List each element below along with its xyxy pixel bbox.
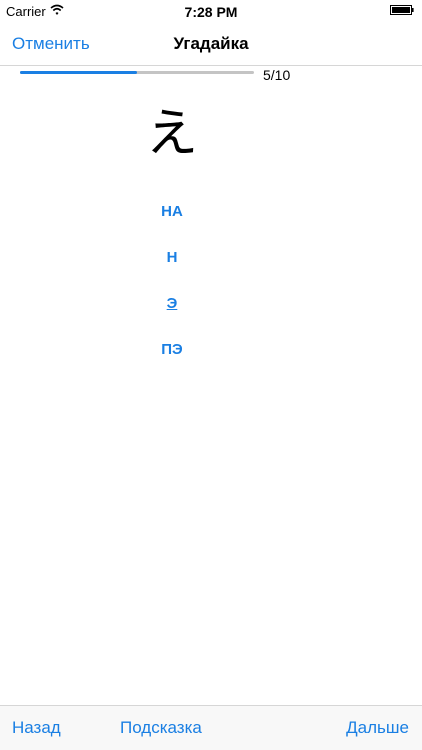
status-bar: Carrier 7:28 PM <box>0 0 422 22</box>
battery-icon <box>390 5 414 15</box>
answer-option-1[interactable]: НА <box>0 198 344 244</box>
back-button[interactable]: Назад <box>12 718 61 738</box>
next-button[interactable]: Дальше <box>346 718 409 738</box>
answer-options: НА Н Э ПЭ <box>0 198 344 382</box>
answer-option-2[interactable]: Н <box>0 244 344 290</box>
answer-option-label: ПЭ <box>161 341 183 358</box>
bottom-toolbar: Назад Подсказка Дальше <box>0 705 422 750</box>
status-time: 7:28 PM <box>184 4 238 20</box>
progress-fill <box>20 71 137 74</box>
question-kana: え <box>145 104 198 164</box>
progress-counter: 5/10 <box>263 67 291 83</box>
page-title: Угадайка <box>173 34 249 53</box>
answer-option-4[interactable]: ПЭ <box>0 336 344 382</box>
answer-option-label: НА <box>161 203 183 220</box>
answer-option-label: Э <box>166 295 178 312</box>
navigation-bar: Отменить Угадайка <box>0 22 422 66</box>
answer-option-label: Н <box>166 249 178 266</box>
hint-button[interactable]: Подсказка <box>120 718 202 738</box>
answer-option-3[interactable]: Э <box>0 290 344 336</box>
progress-bar <box>20 71 254 74</box>
